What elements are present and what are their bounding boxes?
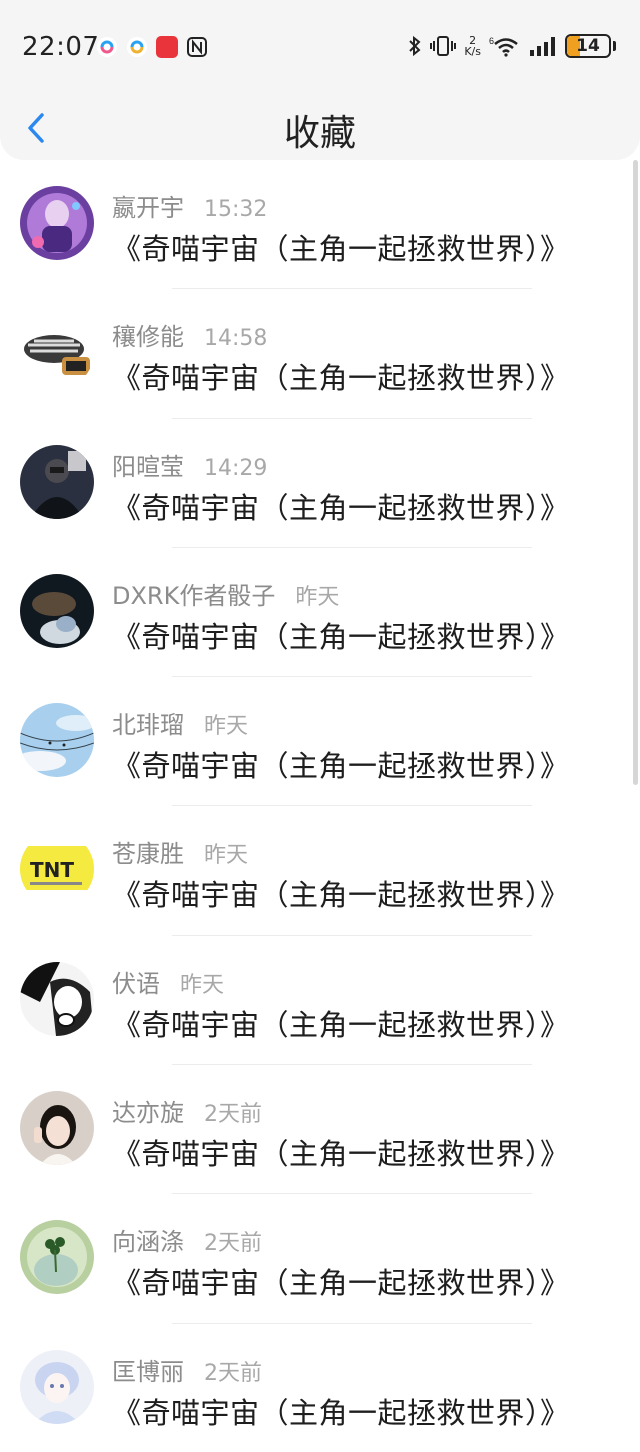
store-notification-icon [156, 36, 178, 58]
timestamp: 昨天 [204, 714, 249, 740]
nfc-icon [186, 36, 208, 58]
user-name[interactable]: 北琲瑠 [112, 705, 184, 740]
avatar[interactable] [20, 1091, 94, 1166]
favorites-list: 嬴开宇 15:32 《奇喵宇宙（主角一起拯救世界）》 穰修能 14:58 《奇喵宇宙（主角… [0, 160, 632, 1452]
book-title[interactable]: 《奇喵宇宙（主角一起拯救世界）》 [112, 614, 570, 656]
wifi-level-label: 6 [489, 36, 494, 46]
book-title[interactable]: 《奇喵宇宙（主角一起拯救世界）》 [112, 485, 570, 527]
avatar-image [20, 1220, 94, 1295]
item-meta: 北琲瑠 昨天 [112, 705, 248, 740]
favorite-item[interactable]: 向涵涤 2天前《奇喵宇宙（主角一起拯救世界）》 [0, 1194, 632, 1324]
user-name[interactable]: 匡博丽 [112, 1352, 184, 1387]
timestamp: 昨天 [180, 972, 225, 998]
network-speed: 2 K/s [464, 34, 481, 58]
book-title[interactable]: 《奇喵宇宙（主角一起拯救世界）》 [112, 743, 570, 785]
avatar-image [20, 444, 94, 519]
item-meta: 阳暄莹 14:29 [112, 447, 267, 482]
app-notification-icon [96, 36, 118, 58]
item-meta: DXRK作者骰子 昨天 [112, 576, 339, 611]
user-name[interactable]: 向涵涤 [112, 1222, 184, 1257]
favorite-item[interactable]: 伏语 昨天 《奇喵宇宙（主角一起拯救世界）》 [0, 936, 632, 1066]
book-title[interactable]: 《奇喵宇宙（主角一起拯救世界）》 [112, 226, 570, 268]
user-name[interactable]: 穰修能 [112, 317, 184, 352]
favorite-item[interactable]: 匡博丽 2天前《奇喵宇宙（主角一起拯救世界）》 [0, 1324, 632, 1452]
signal-icon [530, 37, 555, 56]
timestamp: 2天前 [204, 1231, 262, 1257]
avatar[interactable] [20, 1220, 94, 1295]
page-title: 收藏 [283, 113, 356, 154]
item-meta: 向涵涤 2天前 [112, 1222, 262, 1257]
avatar[interactable] [20, 961, 94, 1036]
scrollbar[interactable] [633, 160, 638, 785]
notification-icons [96, 36, 208, 58]
app-notification-icon [126, 36, 148, 58]
favorite-item[interactable]: TNT 苍康胜 昨天 《奇喵宇宙（主角一起拯救世界）》 [0, 806, 632, 936]
favorite-item[interactable]: 达亦旋 2天前《奇喵宇宙（主角一起拯救世界）》 [0, 1065, 632, 1195]
item-meta: 达亦旋 2天前 [112, 1093, 262, 1128]
avatar-image [20, 1349, 94, 1424]
timestamp: 15:32 [204, 197, 268, 222]
status-bar: 22:07 2 K/s 6 14 [0, 0, 640, 96]
book-title[interactable]: 《奇喵宇宙（主角一起拯救世界）》 [112, 355, 570, 397]
user-name[interactable]: 嬴开宇 [112, 188, 184, 223]
favorite-item[interactable]: 北琲瑠 昨天 《奇喵宇宙（主角一起拯救世界）》 [0, 677, 632, 807]
book-title[interactable]: 《奇喵宇宙（主角一起拯救世界）》 [112, 872, 570, 914]
favorite-item[interactable]: 阳暄莹 14:29 《奇喵宇宙（主角一起拯救世界）》 [0, 419, 632, 548]
user-name[interactable]: 阳暄莹 [112, 447, 184, 482]
avatar[interactable] [20, 573, 94, 648]
item-meta: 嬴开宇 15:32 [112, 188, 267, 223]
svg-text:TNT: TNT [30, 858, 74, 882]
favorite-item[interactable]: 穰修能 14:58 《奇喵宇宙（主角一起拯救世界）》 [0, 289, 632, 419]
avatar-image [20, 961, 94, 1036]
avatar[interactable]: TNT [20, 832, 94, 907]
avatar-image [20, 1091, 94, 1166]
book-title[interactable]: 《奇喵宇宙（主角一起拯救世界）》 [112, 1002, 570, 1044]
vibrate-icon [430, 36, 457, 56]
item-meta: 穰修能 14:58 [112, 317, 267, 352]
battery-cap [613, 41, 616, 51]
avatar-image [20, 315, 94, 390]
avatar[interactable] [20, 315, 94, 390]
battery-icon: 14 [565, 34, 611, 58]
avatar-image: TNT [20, 832, 94, 907]
favorite-item[interactable]: 嬴开宇 15:32 《奇喵宇宙（主角一起拯救世界）》 [0, 160, 632, 290]
timestamp: 昨天 [204, 843, 249, 869]
user-name[interactable]: 苍康胜 [112, 834, 184, 869]
navigation-bar: 收藏 [0, 96, 640, 160]
avatar-image [20, 703, 94, 778]
book-title[interactable]: 《奇喵宇宙（主角一起拯救世界）》 [112, 1260, 570, 1302]
book-title[interactable]: 《奇喵宇宙（主角一起拯救世界）》 [112, 1131, 570, 1173]
item-meta: 伏语 昨天 [112, 964, 224, 999]
avatar[interactable] [20, 186, 94, 260]
item-meta: 苍康胜 昨天 [112, 834, 248, 869]
timestamp: 14:58 [204, 326, 268, 352]
bluetooth-icon [409, 35, 421, 57]
wifi-icon: 6 [489, 36, 518, 57]
system-status-icons: 2 K/s 6 14 [408, 34, 616, 58]
timestamp: 2天前 [204, 1102, 262, 1128]
avatar-image [20, 573, 94, 648]
book-title[interactable]: 《奇喵宇宙（主角一起拯救世界）》 [112, 1390, 570, 1432]
user-name[interactable]: DXRK作者骰子 [112, 576, 275, 611]
timestamp: 2天前 [204, 1360, 262, 1386]
avatar[interactable] [20, 703, 94, 778]
user-name[interactable]: 达亦旋 [112, 1093, 184, 1128]
avatar[interactable] [20, 444, 94, 519]
item-meta: 匡博丽 2天前 [112, 1352, 262, 1387]
battery-level: 14 [576, 36, 600, 56]
favorite-item[interactable]: DXRK作者骰子 昨天 《奇喵宇宙（主角一起拯救世界）》 [0, 548, 632, 678]
timestamp: 昨天 [295, 584, 340, 610]
status-time: 22:07 [22, 32, 100, 62]
timestamp: 14:29 [204, 455, 268, 481]
avatar-image [20, 186, 94, 260]
avatar[interactable] [20, 1349, 94, 1424]
user-name[interactable]: 伏语 [112, 964, 160, 999]
